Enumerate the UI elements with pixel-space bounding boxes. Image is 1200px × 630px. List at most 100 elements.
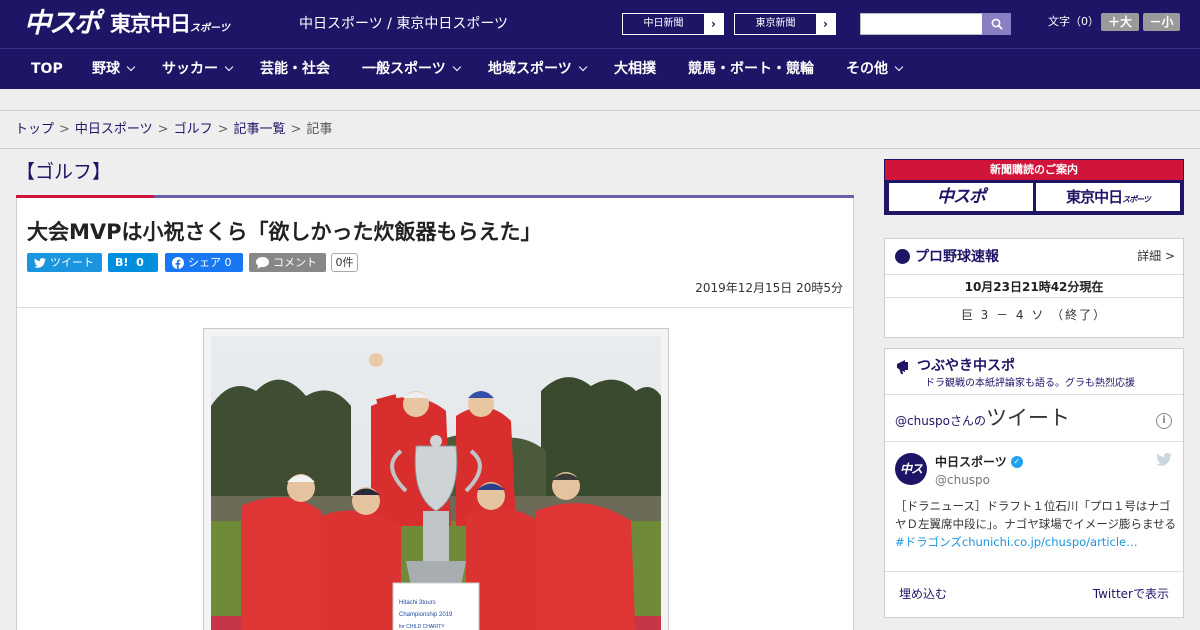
tweet-author-handle[interactable]: @chuspo [935,472,990,488]
search-input[interactable] [860,13,983,35]
facebook-share-button[interactable]: シェア 0 [165,253,243,272]
comment-button[interactable]: コメント [249,253,326,272]
chevron-down-icon [894,62,904,72]
facebook-share-label: シェア [188,256,221,269]
search-button[interactable] [982,13,1011,35]
baseball-box-header: プロ野球速報 詳細 > [885,239,1183,275]
trophy-board-text-2: Championship 2019 [399,612,453,618]
embed-link[interactable]: 埋め込む [899,586,947,602]
tweet-share-button[interactable]: ツイート [27,253,102,272]
info-icon[interactable]: i [1156,413,1172,429]
chevron-down-icon [452,62,461,72]
main-nav: TOP 野球 サッカー 芸能・社会 一般スポーツ 地域スポーツ 大相撲 競馬・ボ… [0,48,1200,89]
nav-item-other[interactable]: その他 [846,49,904,89]
twitter-bird-icon[interactable] [1156,453,1172,466]
nav-item-top[interactable]: TOP [31,49,63,89]
subscribe-tokyo-label: 東京中日 [1066,188,1123,206]
tweet-author-label: 中日スポーツ [935,455,1007,469]
nav-label: 一般スポーツ [362,61,446,77]
font-larger-button[interactable]: ＋大 [1101,13,1139,31]
breadcrumb-article-list[interactable]: 記事一覧 [234,122,286,137]
nav-item-local-sports[interactable]: 地域スポーツ [488,49,587,89]
nav-item-general-sports[interactable]: 一般スポーツ [362,49,461,89]
font-size-label: 文字（0） [1048,15,1099,28]
breadcrumb-top[interactable]: トップ [15,122,54,137]
breadcrumb-separator: > [217,122,229,137]
nav-label: 地域スポーツ [488,61,572,77]
tweets-box-title: つぶやき中スポ [917,358,1015,374]
chunichi-shimbun-link[interactable]: 中日新聞 › [622,13,724,35]
facebook-icon [172,256,184,269]
article-title: 大会MVPは小祝さくら「欲しかった炊飯器もらえた」 [27,220,542,244]
nav-item-racing[interactable]: 競馬・ボート・競輪 [688,49,814,89]
comment-label: コメント [273,256,317,269]
article-container: 大会MVPは小祝さくら「欲しかった炊飯器もらえた」 ツイート B! 0 シェア … [16,198,854,630]
baseball-update-time: 10月23日21時42分現在 [885,276,1183,298]
golf-team-trophy-photo: Hitachi 3tours Championship 2019 for CHI… [211,336,661,630]
nav-label: その他 [846,61,888,77]
tweets-box-subtitle[interactable]: ドラ観戦の本紙評論家も語る。グラも熱烈応援 [925,377,1135,390]
article-date: 2019年12月15日 20時5分 [695,281,843,295]
category-heading: 【ゴルフ】 [16,161,112,183]
tokyo-shimbun-label: 東京新聞 [755,18,796,29]
comment-count[interactable]: 0件 [331,253,358,272]
nav-item-baseball[interactable]: 野球 [92,49,136,89]
tweets-separator [885,441,1183,442]
nav-label: 芸能・社会 [260,61,330,77]
logo-chuspo[interactable]: 中スポ [24,7,101,41]
breadcrumb: トップ > 中日スポーツ > ゴルフ > 記事一覧 > 記事 [15,121,332,139]
breadcrumb-separator: > [290,122,302,137]
site-name: 中日スポーツ / 東京中日スポーツ [299,16,509,32]
article-photo-frame: Hitachi 3tours Championship 2019 for CHI… [203,328,669,630]
tweet-share-label: ツイート [50,256,94,269]
nav-item-soccer[interactable]: サッカー [162,49,234,89]
search-icon [991,18,1003,30]
breadcrumb-separator: > [59,122,70,137]
nav-item-sumo[interactable]: 大相撲 [614,49,656,89]
nav-label: 大相撲 [614,61,656,77]
chevron-right-icon: › [816,14,835,34]
hatena-bookmark-button[interactable]: B! 0 [108,253,158,272]
breadcrumb-current: 記事 [306,122,333,137]
tweet-link[interactable]: chunichi.co.jp/chuspo/article… [962,535,1138,549]
chevron-down-icon [126,62,136,72]
subscribe-tokyo-button[interactable]: 東京中日スポーツ [1036,183,1180,211]
breadcrumb-separator: > [157,122,169,137]
subscription-banner[interactable]: 新聞購読のご案内 中スポ 東京中日スポーツ [884,159,1184,215]
tokyo-shimbun-link[interactable]: 東京新聞 › [734,13,836,35]
tweet-hashtag[interactable]: #ドラゴンズ [895,535,962,549]
tweets-san: さんの [950,414,987,428]
font-smaller-button[interactable]: －小 [1143,13,1180,31]
breadcrumb-golf[interactable]: ゴルフ [174,122,213,137]
facebook-share-count: 0 [224,256,232,269]
tweets-box: つぶやき中スポ ドラ観戦の本紙評論家も語る。グラも熱烈応援 @chuspoさんの… [884,348,1184,618]
tweets-handle-link[interactable]: @chuspo [895,414,950,428]
twitter-bird-icon [34,257,46,268]
tweet-text: ［ドラニュース］ドラフト１位石川「プロ１号はナゴヤＤ左翼席中段に」。ナゴヤ球場で… [895,497,1177,551]
article-photo[interactable]: Hitachi 3tours Championship 2019 for CHI… [211,336,661,630]
chevron-right-icon: › [704,14,723,34]
subscribe-chuspo-button[interactable]: 中スポ [889,183,1033,211]
speech-bubble-icon [256,256,269,269]
hatena-label: B! [115,256,129,269]
view-on-twitter-link[interactable]: Twitterで表示 [1093,586,1169,602]
baseball-score[interactable]: 巨 3 － 4 ソ （終了） [885,307,1183,323]
megaphone-icon [897,360,908,374]
baseball-score-box: プロ野球速報 詳細 > 10月23日21時42分現在 巨 3 － 4 ソ （終了… [884,238,1184,338]
hatena-count: 0 [136,256,144,269]
logo-tokyo-text: 東京中日 [110,12,191,36]
logo-tokyo-chunichi[interactable]: 東京中日スポーツ [110,10,230,38]
baseball-icon [895,249,910,264]
trophy-board-text-3: for CHILD CHARITY [399,624,445,630]
breadcrumb-chunichi-sports[interactable]: 中日スポーツ [75,122,153,137]
subscription-heading: 新聞購読のご案内 [885,160,1183,180]
trophy-board-text: Hitachi 3tours [399,600,436,606]
tweet-author-name[interactable]: 中日スポーツ ✓ [935,454,1023,470]
nav-label: 競馬・ボート・競輪 [688,61,814,77]
nav-label: サッカー [162,61,218,77]
baseball-details-link[interactable]: 詳細 > [1137,248,1175,264]
avatar[interactable]: 中スポ [895,453,927,508]
chevron-down-icon [578,62,587,72]
nav-item-entertainment[interactable]: 芸能・社会 [260,49,330,89]
breadcrumb-bar: トップ > 中日スポーツ > ゴルフ > 記事一覧 > 記事 [0,111,1200,149]
